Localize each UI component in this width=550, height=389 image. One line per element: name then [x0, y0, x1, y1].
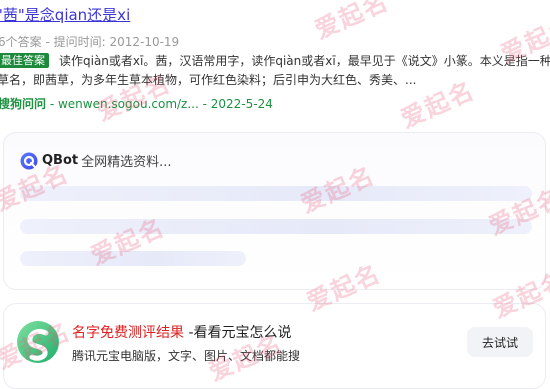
source-url[interactable]: - wenwen.sogou.com/z... - 2022-5-24 — [50, 97, 273, 111]
source-name[interactable]: 搜狗问问 — [0, 97, 46, 111]
result-source[interactable]: 搜狗问问 - wenwen.sogou.com/z... - 2022-5-24 — [0, 95, 273, 112]
watermark: 爱起名 — [310, 0, 394, 45]
qbot-loading-status: 全网精选资料... — [81, 155, 172, 170]
yuanbao-logo-icon — [17, 321, 59, 363]
qbot-card: QBot 全网精选资料... — [3, 132, 546, 290]
qbot-logo-icon — [20, 152, 38, 169]
result-snippet: 最佳答案 读作qiàn或者xī。茜，汉语常用字，读作qiàn或者xī，最早见于《说… — [0, 52, 550, 90]
ad-title-rest[interactable]: -看看元宝怎么说 — [184, 325, 291, 341]
try-it-button[interactable]: 去试试 — [467, 327, 533, 357]
result-snippet-text: 读作qiàn或者xī。茜，汉语常用字，读作qiàn或者xī，最早见于《说文》小篆… — [0, 54, 550, 87]
ad-card[interactable]: 名字免费测评结果 -看看元宝怎么说 腾讯元宝电脑版，文字、图片、文档都能搜 去试… — [3, 303, 546, 389]
result-title-link[interactable]: "茜"是念qian还是xi — [0, 4, 130, 25]
skeleton-line — [20, 219, 532, 234]
qbot-brand: QBot — [42, 153, 79, 168]
skeleton-line — [20, 251, 246, 266]
ad-title-highlight[interactable]: 名字免费测评结果 — [72, 325, 184, 341]
skeleton-line — [20, 186, 532, 201]
best-answer-badge: 最佳答案 — [0, 53, 49, 68]
ad-title[interactable]: 名字免费测评结果 -看看元宝怎么说 — [72, 322, 292, 342]
ad-description: 腾讯元宝电脑版，文字、图片、文档都能搜 — [72, 349, 301, 363]
result-meta: 6个答案 - 提问时间: 2012-10-19 — [0, 35, 180, 49]
qbot-header: QBot 全网精选资料... — [20, 151, 172, 170]
